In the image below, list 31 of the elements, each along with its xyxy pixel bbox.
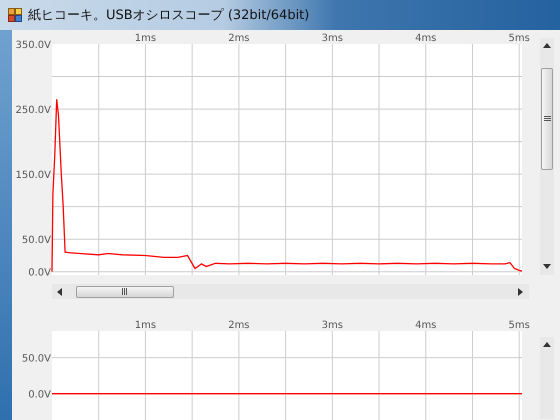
- axis-label: 0.0V: [28, 390, 51, 401]
- vertical-scrollbar[interactable]: [540, 38, 554, 275]
- left-arrow-icon[interactable]: [56, 288, 64, 296]
- grip-icon: [122, 288, 128, 295]
- axis-label: 150.0V: [16, 170, 51, 182]
- axis-label: 350.0V: [16, 40, 51, 51]
- axis-label: 5ms: [508, 33, 530, 44]
- horizontal-scrollbar[interactable]: [52, 284, 529, 299]
- axis-label: 0.0V: [28, 268, 51, 279]
- window-title: 紙ヒコーキ。USBオシロスコープ (32bit/64bit): [28, 7, 310, 24]
- axis-label: 2ms: [228, 320, 250, 331]
- axis-label: 1ms: [134, 320, 156, 331]
- up-arrow-icon[interactable]: [543, 341, 551, 349]
- axis-label: 1ms: [134, 33, 156, 44]
- axis-label: 250.0V: [16, 105, 51, 116]
- scrollbar-thumb[interactable]: [541, 68, 553, 170]
- down-arrow-icon[interactable]: [543, 263, 551, 271]
- axis-label: 3ms: [322, 33, 343, 44]
- axis-label: 4ms: [415, 33, 436, 44]
- vertical-scrollbar[interactable]: [540, 337, 554, 419]
- scrollbar-thumb[interactable]: [76, 286, 174, 298]
- axis-label: 2ms: [228, 33, 250, 44]
- axis-label: 50.0V: [22, 235, 51, 246]
- up-arrow-icon[interactable]: [543, 42, 551, 50]
- grip-icon: [544, 116, 550, 122]
- axis-label: 3ms: [322, 320, 343, 331]
- axis-label: 5ms: [508, 320, 530, 331]
- app-icon: [8, 8, 22, 22]
- axis-label: 4ms: [415, 320, 436, 331]
- axis-label: 50.0V: [22, 354, 51, 365]
- right-arrow-icon[interactable]: [517, 288, 525, 296]
